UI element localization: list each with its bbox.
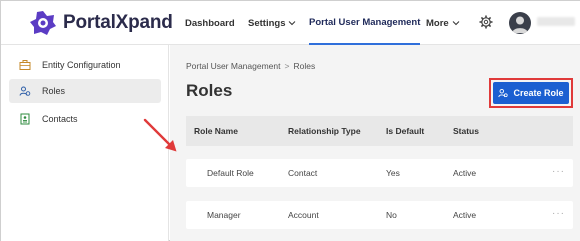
cell-status: Active [453,168,477,178]
column-header-role-name[interactable]: Role Name [194,126,238,136]
column-header-is-default[interactable]: Is Default [386,126,424,136]
table-row[interactable]: Default Role Contact Yes Active ··· [186,159,573,187]
sidebar-item-label: Roles [42,86,66,96]
create-role-label: Create Role [513,88,564,98]
breadcrumb-parent[interactable]: Portal User Management [186,61,281,71]
sidebar-item-roles[interactable]: Roles [9,79,161,103]
annotation-arrow-icon [143,118,177,152]
chevron-down-icon [452,21,460,26]
sidebar-item-contacts[interactable]: Contacts [9,107,161,131]
nav-dashboard[interactable]: Dashboard [185,1,235,45]
cell-relationship-type: Contact [288,168,318,178]
contact-card-icon [20,113,30,125]
breadcrumb: Portal User Management > Roles [186,61,315,71]
column-header-status[interactable]: Status [453,126,479,136]
sidebar-item-label: Entity Configuration [42,60,121,70]
cell-is-default: Yes [386,168,400,178]
cell-status: Active [453,210,477,220]
nav-more[interactable]: More [426,1,460,45]
user-avatar-icon [512,16,528,33]
briefcase-icon [19,60,31,70]
nav-portal-user-management[interactable]: Portal User Management [309,1,421,45]
cell-relationship-type: Account [288,210,319,220]
user-avatar[interactable] [509,12,531,34]
gear-icon[interactable] [479,15,493,29]
column-header-relationship-type[interactable]: Relationship Type [288,126,361,136]
row-actions-menu-icon[interactable]: ··· [552,208,565,219]
row-actions-menu-icon[interactable]: ··· [552,166,565,177]
cell-role-name[interactable]: Default Role [207,168,254,178]
cell-is-default: No [386,210,397,220]
brand-name[interactable]: PortalXpand [63,12,173,34]
page-title: Roles [186,81,233,100]
chevron-down-icon [289,21,296,26]
breadcrumb-current: Roles [293,61,316,71]
sidebar-item-label: Contacts [42,114,78,124]
sidebar-item-entity-configuration[interactable]: Entity Configuration [9,53,161,77]
add-role-icon [498,88,509,98]
roles-icon [19,86,31,96]
portalxpand-logo-icon[interactable] [29,10,57,36]
table-header: Role Name Relationship Type Is Default S… [186,116,573,146]
app-frame: PortalXpand Dashboard Settings Portal Us… [0,0,580,241]
nav-settings[interactable]: Settings [248,1,296,45]
main-content: Portal User Management > Roles Roles Creat… [170,45,580,241]
table-row[interactable]: Manager Account No Active ··· [186,201,573,229]
user-name-redacted [537,17,575,26]
create-role-button[interactable]: Create Role [493,82,569,104]
breadcrumb-separator: > [284,61,290,71]
top-navigation-bar: PortalXpand Dashboard Settings Portal Us… [1,1,580,45]
cell-role-name[interactable]: Manager [207,210,241,220]
